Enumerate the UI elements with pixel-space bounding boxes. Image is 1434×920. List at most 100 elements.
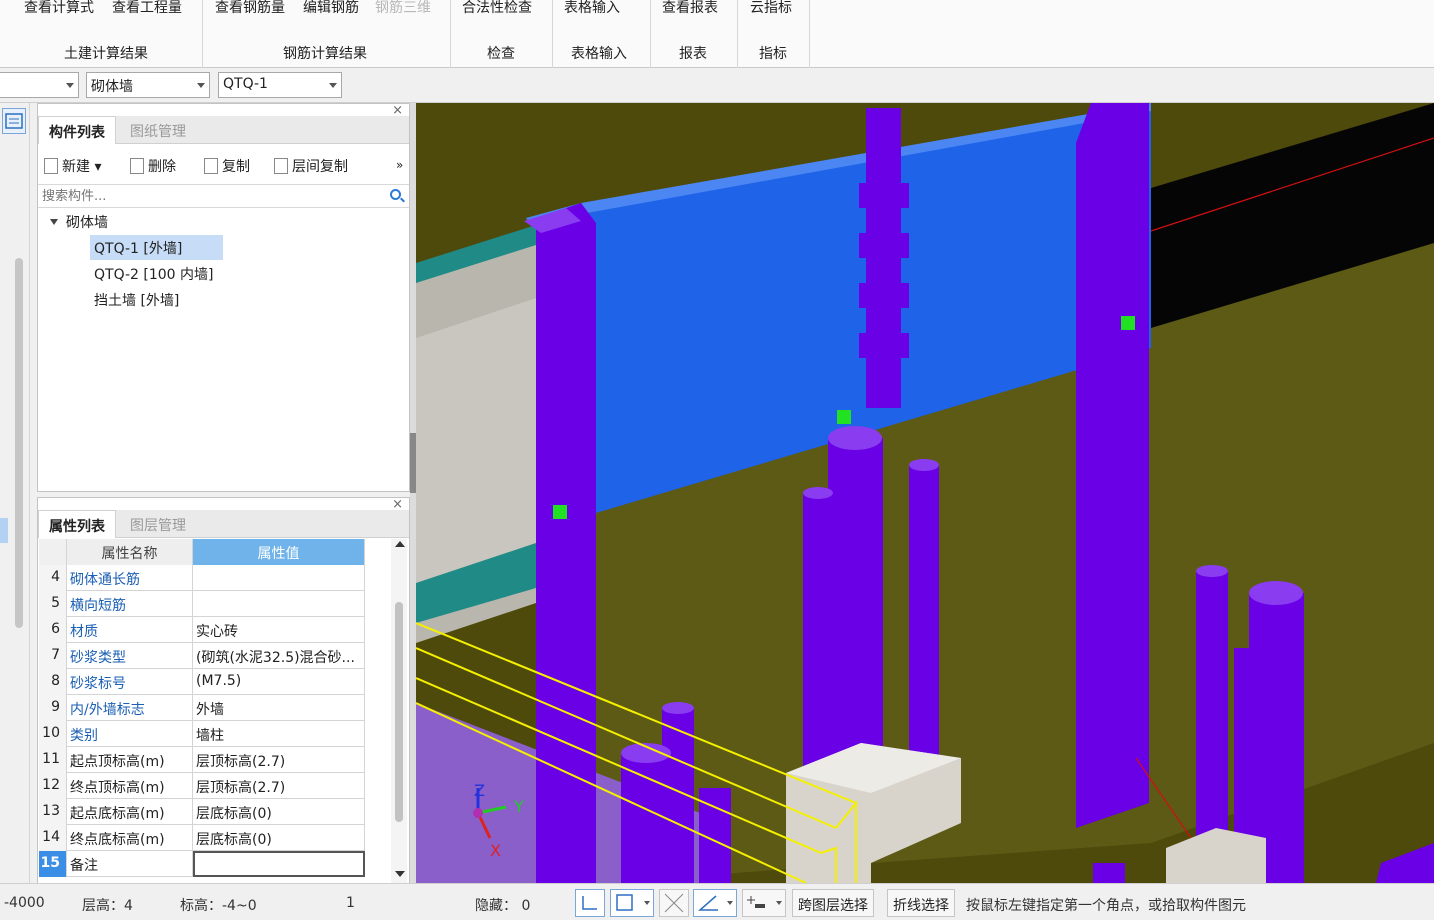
row-value[interactable]: (砌筑(水泥32.5)混合砂...	[193, 643, 365, 669]
row-num: 9	[39, 695, 67, 721]
cross-icon	[664, 893, 684, 913]
table-row[interactable]: 9 内/外墙标志 外墙	[39, 695, 365, 721]
ortho-toggle[interactable]	[575, 889, 605, 917]
3d-scene[interactable]	[416, 103, 1434, 883]
tab-component-list[interactable]: 构件列表	[38, 116, 116, 144]
table-row[interactable]: 13 起点底标高(m) 层底标高(0)	[39, 799, 365, 825]
status-hint: 按鼠标左键指定第一个角点，或拾取构件图元	[966, 898, 1246, 914]
table-row[interactable]: 8 砂浆标号 (M7.5)	[39, 669, 365, 695]
row-value[interactable]: 外墙	[193, 695, 365, 721]
offset-icon	[747, 896, 765, 908]
ribbon: 查看计算式 查看工程量 土建计算结果 查看钢筋量 编辑钢筋 钢筋三维 钢筋计算结…	[0, 0, 1434, 68]
snap-icon	[616, 894, 633, 911]
copy-button[interactable]: 复制	[204, 156, 250, 176]
ribbon-group-label: 钢筋计算结果	[283, 46, 367, 62]
toolbar-more-button[interactable]: »	[396, 158, 403, 172]
table-row[interactable]: 11 起点顶标高(m) 层顶标高(2.7)	[39, 747, 365, 773]
table-input-button[interactable]: 表格输入	[564, 0, 620, 17]
component-type-combo[interactable]: 砌体墙	[86, 72, 210, 98]
legality-check-button[interactable]: 合法性检查	[462, 0, 532, 17]
edit-rebar-button[interactable]: 编辑钢筋	[303, 0, 359, 17]
row-value[interactable]: 层底标高(0)	[193, 799, 365, 825]
polyline-select-button[interactable]: 折线选择	[887, 889, 955, 917]
tree-item-qtq1[interactable]: QTQ-1 [外墙]	[90, 235, 223, 260]
row-num: 11	[39, 747, 67, 773]
ribbon-group-label: 土建计算结果	[64, 46, 148, 62]
offset-toggle[interactable]	[742, 889, 786, 917]
chevron-down-icon	[197, 83, 205, 88]
table-row[interactable]: 14 终点底标高(m) 层底标高(0)	[39, 825, 365, 851]
scroll-down-icon[interactable]	[395, 871, 405, 877]
ribbon-group-label: 指标	[759, 46, 787, 62]
row-num: 8	[39, 669, 67, 695]
floor-copy-label: 层间复制	[292, 159, 348, 175]
table-row[interactable]: 6 材质 实心砖	[39, 617, 365, 643]
row-value[interactable]: 层底标高(0)	[193, 825, 365, 851]
component-value: QTQ-1	[223, 76, 268, 92]
angle-toggle[interactable]	[693, 889, 737, 917]
chevron-down-icon	[644, 901, 650, 905]
delete-button[interactable]: 删除	[130, 156, 176, 176]
row-name: 类别	[67, 721, 193, 747]
row-name: 终点底标高(m)	[67, 825, 193, 851]
view-formula-button[interactable]: 查看计算式	[24, 0, 94, 17]
coordinate-readout: -4000	[4, 895, 45, 911]
expand-icon[interactable]	[50, 219, 58, 225]
ribbon-group-label: 检查	[487, 46, 515, 62]
nav-panel-icon[interactable]	[2, 108, 26, 134]
table-row[interactable]: 10 类别 墙柱	[39, 721, 365, 747]
table-row[interactable]: 5 横向短筋	[39, 591, 365, 617]
row-value[interactable]: 层顶标高(2.7)	[193, 747, 365, 773]
new-button[interactable]: 新建 ▾	[44, 156, 101, 176]
copy-icon	[204, 158, 218, 174]
property-scrollbar[interactable]	[391, 539, 407, 885]
row-value[interactable]: (M7.5)	[193, 669, 365, 695]
header-num-cell	[39, 539, 67, 565]
3d-viewport[interactable]: Z Y X	[416, 103, 1434, 883]
row-value-editor[interactable]	[193, 851, 365, 877]
tree-node-label: 砌体墙	[66, 215, 108, 231]
tab-drawing-management[interactable]: 图纸管理	[120, 116, 196, 144]
chevron-down-icon	[727, 901, 733, 905]
floor-combo[interactable]	[0, 72, 79, 98]
floor-copy-button[interactable]: 层间复制	[274, 156, 348, 176]
component-combo[interactable]: QTQ-1	[218, 72, 342, 98]
view-rebar-button[interactable]: 查看钢筋量	[215, 0, 285, 17]
ribbon-group-label: 报表	[679, 46, 707, 62]
property-tabs: 属性列表 图层管理	[38, 510, 409, 538]
table-row[interactable]: 4 砌体通长筋	[39, 565, 365, 591]
snap-toggle[interactable]	[610, 889, 654, 917]
row-value[interactable]: 实心砖	[193, 617, 365, 643]
search-input[interactable]	[40, 187, 380, 205]
view-quantity-button[interactable]: 查看工程量	[112, 0, 182, 17]
row-value[interactable]	[193, 565, 365, 591]
tab-layer-management[interactable]: 图层管理	[120, 510, 196, 538]
ribbon-group-report: 查看报表 报表	[651, 0, 738, 68]
axis-x-label: X	[490, 841, 501, 860]
scroll-up-icon[interactable]	[395, 541, 405, 547]
row-value[interactable]: 层顶标高(2.7)	[193, 773, 365, 799]
scroll-thumb[interactable]	[395, 602, 403, 822]
axis-y-label: Y	[514, 797, 524, 816]
cloud-index-button[interactable]: 云指标	[750, 0, 792, 17]
row-value[interactable]	[193, 591, 365, 617]
tree-node-masonry-wall[interactable]: 砌体墙	[50, 212, 108, 232]
component-tabs: 构件列表 图纸管理	[38, 116, 409, 144]
tree-item-retaining-wall[interactable]: 挡土墙 [外墙]	[90, 287, 184, 312]
table-row[interactable]: 15 备注	[39, 851, 365, 877]
nav-scrollbar[interactable]	[15, 258, 23, 628]
rebar-3d-button[interactable]: 钢筋三维	[375, 0, 431, 17]
tree-item-qtq2[interactable]: QTQ-2 [100 内墙]	[90, 261, 219, 286]
row-value[interactable]: 墙柱	[193, 721, 365, 747]
cross-layer-select-button[interactable]: 跨图层选择	[792, 889, 874, 917]
row-name: 砂浆标号	[67, 669, 193, 695]
table-row[interactable]: 12 终点顶标高(m) 层顶标高(2.7)	[39, 773, 365, 799]
selector-bar: 砌体墙 QTQ-1	[0, 68, 1434, 103]
table-row[interactable]: 7 砂浆类型 (砌筑(水泥32.5)混合砂...	[39, 643, 365, 669]
angle-icon	[698, 895, 718, 911]
search-icon[interactable]	[390, 189, 401, 200]
status-bar: -4000 层高：4 标高：-4~0 1 隐藏： 0 跨图层选择 折线选择 按鼠…	[0, 883, 1434, 919]
grid-toggle[interactable]	[659, 889, 689, 917]
view-report-button[interactable]: 查看报表	[662, 0, 718, 17]
tab-property-list[interactable]: 属性列表	[38, 510, 116, 538]
